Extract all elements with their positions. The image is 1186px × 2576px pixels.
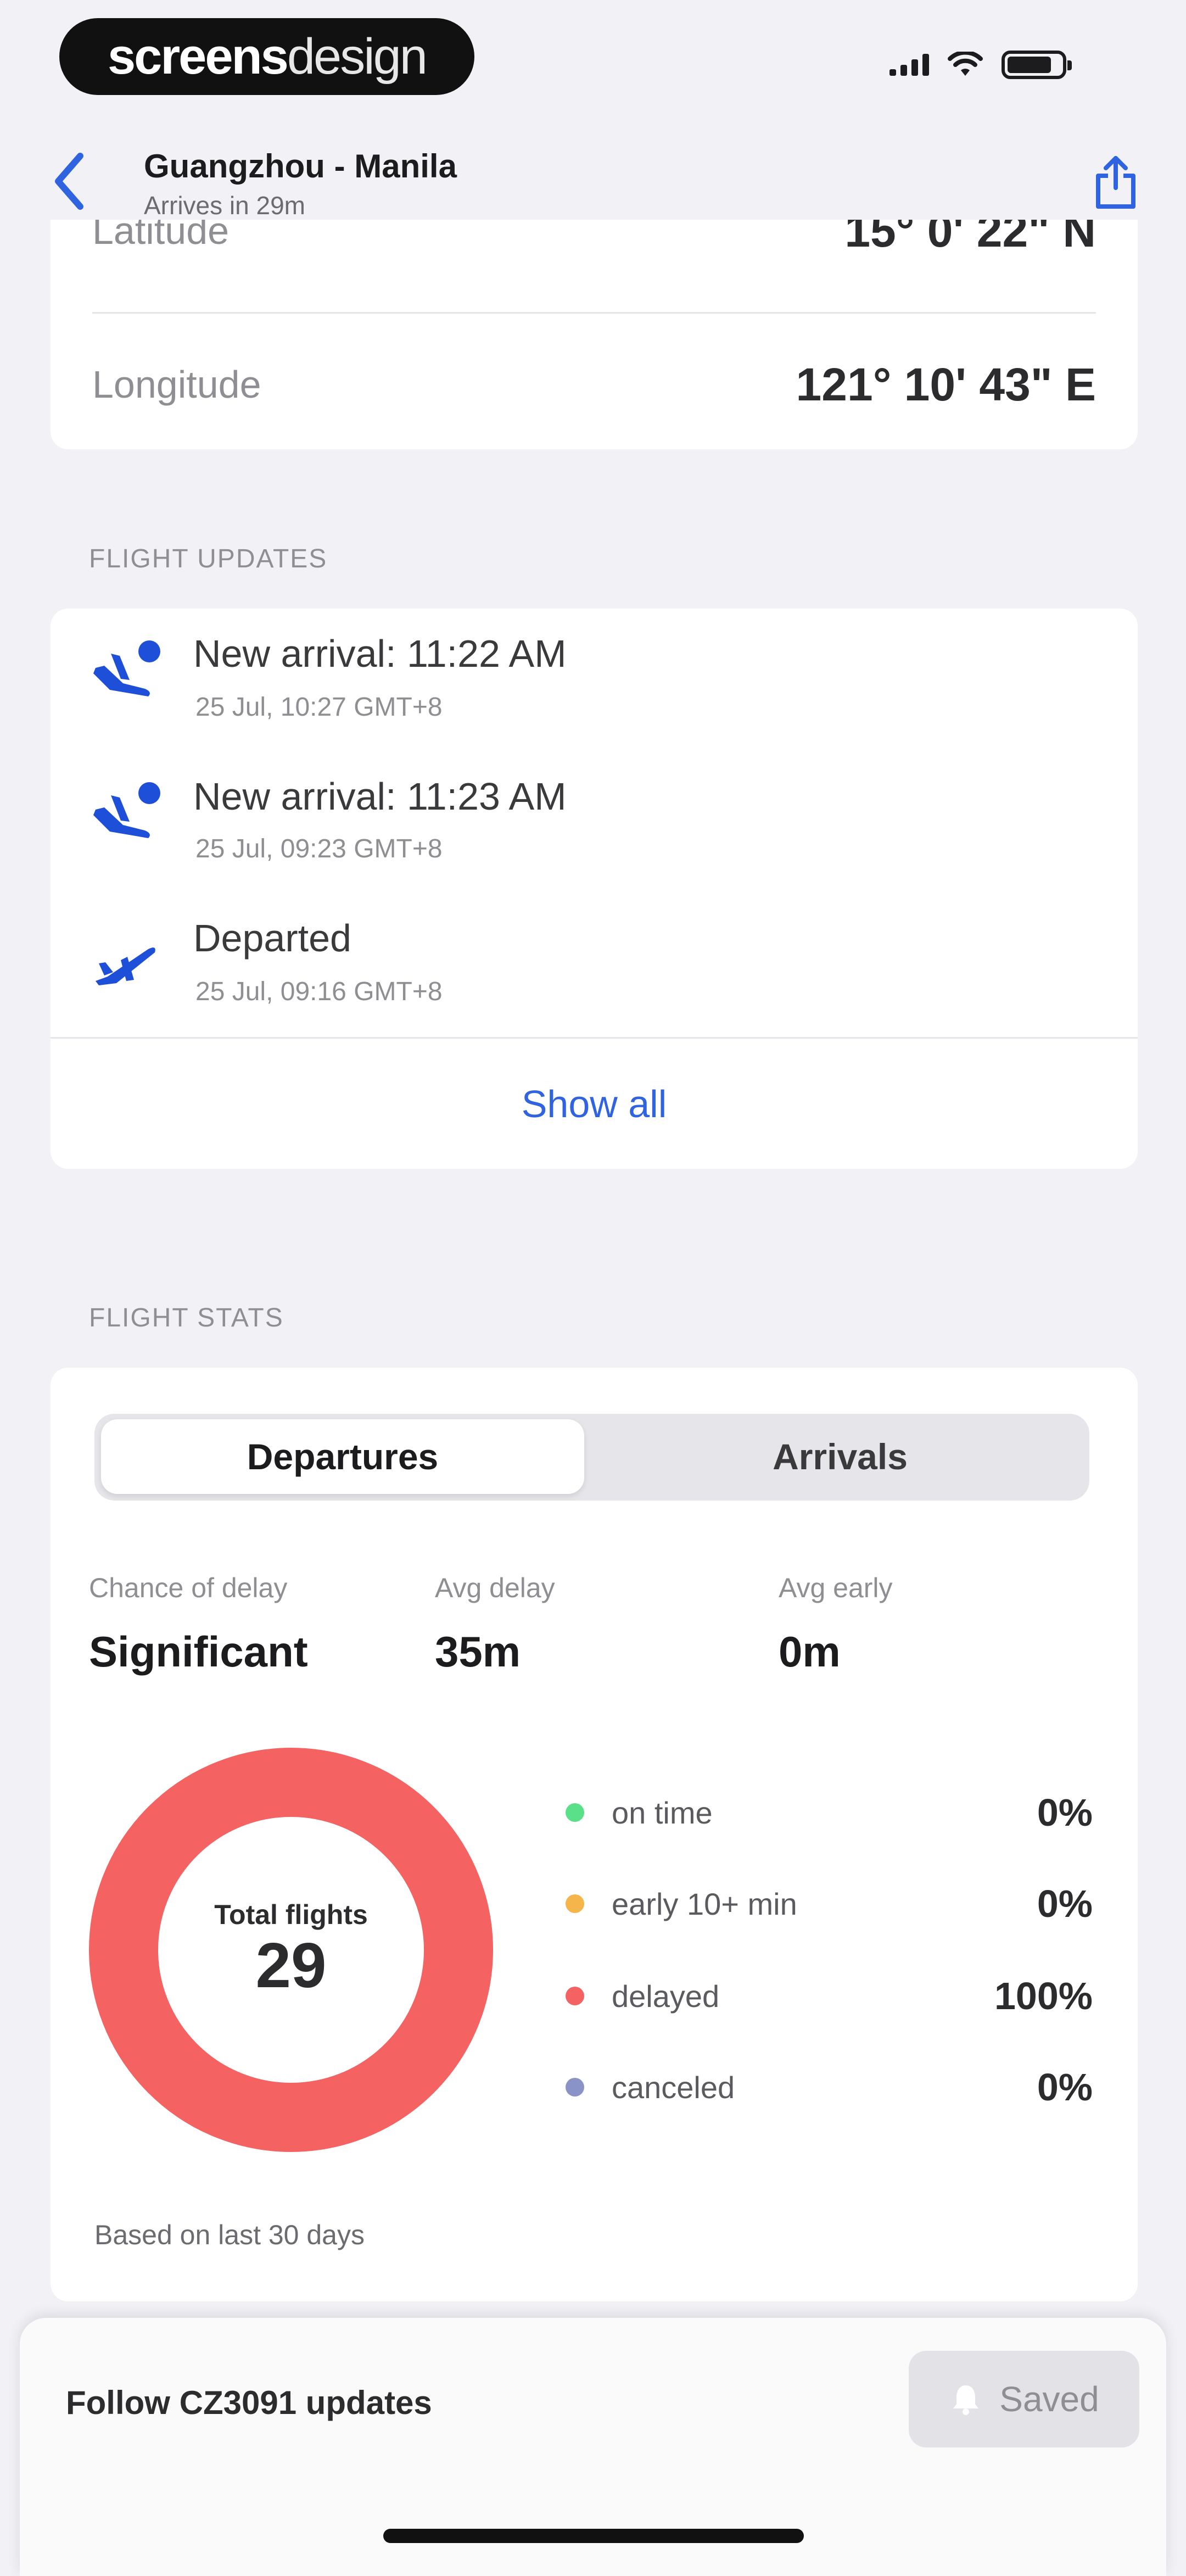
update-time: 25 Jul, 09:23 GMT+8 [195, 834, 443, 863]
screensdesign-watermark: screens design [59, 18, 474, 95]
donut-value: 29 [255, 1930, 327, 2001]
legend-dot [566, 2078, 584, 2097]
home-indicator[interactable] [383, 2529, 804, 2543]
watermark-part-a: screens [108, 28, 289, 85]
donut-center: Total flights 29 [88, 1747, 494, 2153]
legend-label: early 10+ min [612, 1886, 797, 1921]
update-time: 25 Jul, 10:27 GMT+8 [195, 693, 443, 722]
legend-dot [566, 1894, 584, 1913]
longitude-row: Longitude 121° 10' 43" E [92, 352, 1096, 417]
plane-landing-icon [88, 779, 165, 845]
legend-early: early 10+ min 0% [566, 1876, 1093, 1931]
legend-canceled: canceled 0% [566, 2060, 1093, 2115]
divider [51, 1037, 1138, 1039]
back-button[interactable] [49, 148, 88, 214]
share-button[interactable] [1093, 154, 1139, 211]
update-title: New arrival: 11:22 AM [193, 632, 567, 675]
latitude-label: Latitude [92, 220, 230, 252]
avg-early-value: 0m [779, 1627, 841, 1676]
legend-on-time: on time 0% [566, 1785, 1093, 1840]
nav-subtitle: Arrives in 29m [144, 191, 305, 220]
tab-departures[interactable]: Departures [101, 1419, 584, 1494]
flight-stats-label: FLIGHT STATS [89, 1303, 284, 1332]
chevron-left-icon [55, 153, 83, 210]
avg-delay-value: 35m [435, 1627, 521, 1676]
update-time: 25 Jul, 09:16 GMT+8 [195, 977, 443, 1006]
legend-label: canceled [612, 2070, 735, 2105]
saved-button[interactable]: Saved [909, 2351, 1139, 2447]
legend-delayed: delayed 100% [566, 1969, 1093, 2023]
legend-label: delayed [612, 1978, 720, 2014]
longitude-label: Longitude [92, 363, 261, 406]
legend-dot [566, 1987, 584, 2005]
plane-landing-icon [88, 637, 165, 703]
legend-dot [566, 1803, 584, 1822]
legend-percent: 0% [1037, 1791, 1093, 1834]
update-title: Departed [193, 917, 351, 960]
plane-takeoff-icon [88, 928, 165, 994]
chance-of-delay-value: Significant [89, 1627, 308, 1676]
legend-percent: 0% [1037, 2066, 1093, 2109]
follow-updates-text: Follow CZ3091 updates [66, 2384, 432, 2421]
status-icons [890, 51, 1072, 79]
bell-icon [953, 2385, 979, 2415]
chance-of-delay-label: Chance of delay [89, 1573, 288, 1603]
legend-percent: 100% [994, 1975, 1093, 2017]
nav-title: Guangzhou - Manila [144, 148, 457, 185]
update-title: New arrival: 11:23 AM [193, 775, 567, 818]
donut-label: Total flights [214, 1899, 368, 1931]
stats-footnote: Based on last 30 days [94, 2220, 365, 2250]
longitude-value: 121° 10' 43" E [796, 358, 1096, 410]
cellular-signal-icon [890, 54, 929, 76]
wifi-icon [948, 52, 983, 76]
divider [92, 312, 1096, 314]
latitude-row: Latitude 15° 0' 22" N [92, 220, 1096, 264]
tab-arrivals[interactable]: Arrivals [593, 1419, 1087, 1494]
avg-early-label: Avg early [779, 1573, 893, 1603]
share-icon [1096, 156, 1135, 209]
saved-label: Saved [999, 2379, 1099, 2419]
flight-updates-label: FLIGHT UPDATES [89, 544, 328, 573]
coordinates-card: Latitude 15° 0' 22" N Longitude 121° 10'… [51, 220, 1138, 449]
watermark-part-b: design [287, 28, 428, 85]
legend-label: on time [612, 1795, 713, 1830]
show-all-button[interactable]: Show all [51, 1041, 1138, 1167]
latitude-value: 15° 0' 22" N [844, 220, 1096, 257]
avg-delay-label: Avg delay [435, 1573, 555, 1603]
legend-percent: 0% [1037, 1882, 1093, 1925]
battery-icon [1002, 51, 1072, 79]
